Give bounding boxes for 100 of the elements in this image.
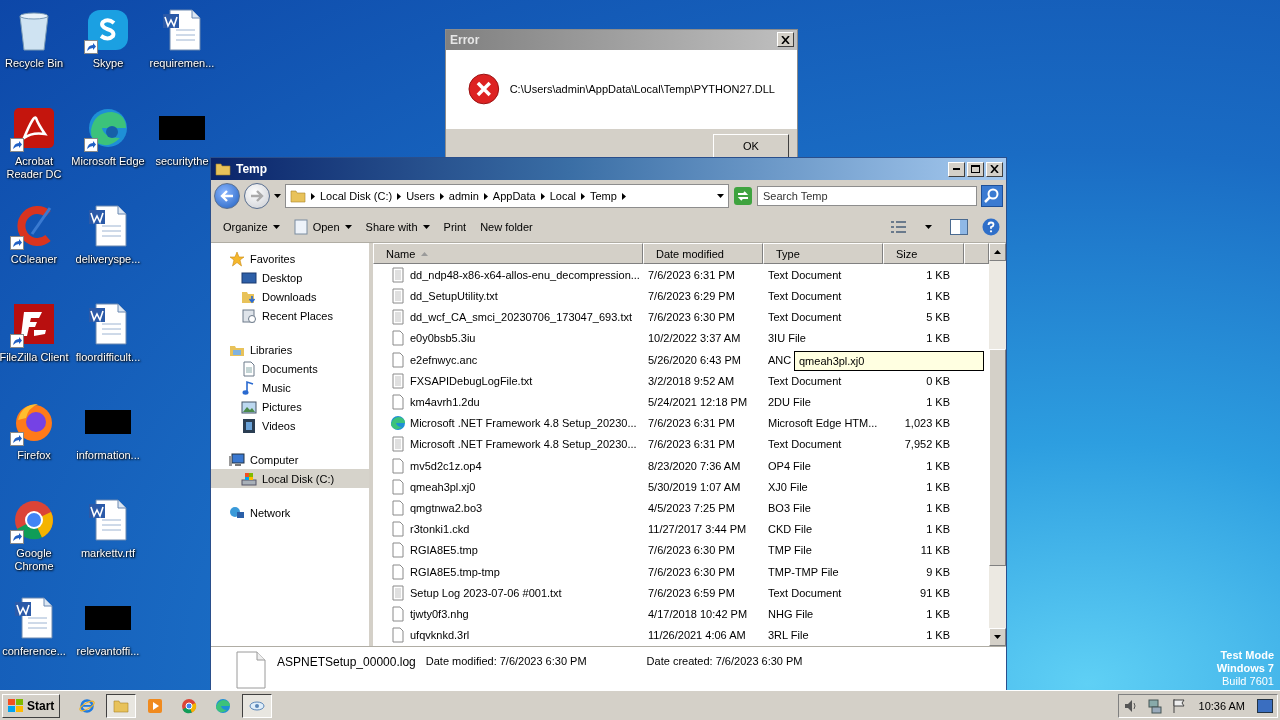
- close-button[interactable]: [986, 161, 1003, 177]
- network-icon[interactable]: [1146, 697, 1163, 714]
- breadcrumb[interactable]: Temp: [589, 190, 617, 202]
- column-header[interactable]: Type: [763, 243, 883, 265]
- size-cell-text: 1 KB: [925, 608, 951, 621]
- scroll-down-button[interactable]: [989, 628, 1006, 646]
- column-header[interactable]: Size: [883, 243, 964, 265]
- maximize-button[interactable]: [967, 161, 984, 177]
- edge-icon: [390, 415, 406, 432]
- file-name[interactable]: r3tonki1.ckd: [410, 523, 470, 536]
- back-button[interactable]: [214, 183, 240, 209]
- ok-button[interactable]: OK: [713, 134, 789, 158]
- file-name[interactable]: km4avrh1.2du: [410, 396, 480, 408]
- desktop-icon-label[interactable]: information...: [76, 449, 140, 462]
- skype-icon: [86, 8, 130, 52]
- scrollbar[interactable]: [989, 243, 1006, 646]
- date-cell-text: 7/6/2023 6:31 PM: [647, 268, 736, 281]
- sidebar-item[interactable]: Documents: [211, 359, 369, 378]
- toolbar-button[interactable]: Print: [437, 218, 473, 236]
- sidebar-item[interactable]: Network: [211, 503, 369, 522]
- file-icon: [390, 330, 406, 347]
- help-icon[interactable]: [982, 218, 1000, 236]
- flag-icon[interactable]: [1170, 697, 1187, 714]
- file-name[interactable]: e2efnwyc.anc: [410, 353, 478, 366]
- desktop-icon-label[interactable]: relevantoffi...: [76, 645, 140, 658]
- file-name[interactable]: ufqvknkd.3rl: [410, 629, 470, 642]
- desktop-icon-label[interactable]: deliveryspe...: [75, 253, 141, 266]
- sidebar-item[interactable]: Pictures: [211, 397, 369, 416]
- desktop-icon-label[interactable]: conference...: [2, 645, 66, 658]
- breadcrumb[interactable]: Users: [406, 190, 435, 202]
- desktop-icon-label[interactable]: requiremen...: [149, 57, 215, 70]
- breadcrumb[interactable]: AppData: [492, 190, 536, 202]
- file-name[interactable]: e0y0bsb5.3iu: [410, 332, 476, 345]
- sidebar-item[interactable]: Videos: [211, 416, 369, 435]
- disk-drive-icon: [241, 470, 257, 487]
- desktop-icon-label[interactable]: Firefox: [17, 449, 51, 462]
- address-bar[interactable]: Local Disk (C:) Users admin AppData Local Temp: [285, 184, 729, 208]
- desktop-icon-label[interactable]: CCleaner: [10, 253, 58, 266]
- desktop-icon-label[interactable]: Acrobat Reader DC: [0, 155, 71, 181]
- view-list-icon[interactable]: [891, 221, 907, 233]
- file-name[interactable]: dd_ndp48-x86-x64-allos-enu_decompression...: [410, 268, 640, 281]
- close-button[interactable]: [777, 32, 794, 48]
- sidebar-item[interactable]: Libraries: [211, 340, 369, 359]
- file-name[interactable]: dd_wcf_CA_smci_20230706_173047_693.txt: [410, 311, 632, 324]
- desktop-icon-label[interactable]: markettv.rtf: [80, 547, 136, 560]
- desktop-icon-label[interactable]: Google Chrome: [0, 547, 71, 573]
- refresh-icon[interactable]: [733, 186, 753, 206]
- file-name[interactable]: mv5d2c1z.op4: [410, 459, 482, 472]
- file-name[interactable]: dd_SetupUtility.txt: [410, 290, 498, 302]
- toolbar-button[interactable]: Open: [287, 216, 358, 238]
- minimize-button[interactable]: [948, 161, 965, 177]
- search-icon[interactable]: [981, 185, 1003, 207]
- desktop-icon-label[interactable]: Recycle Bin: [4, 57, 64, 70]
- search-field[interactable]: Search Temp: [757, 186, 977, 206]
- desktop-icon-label[interactable]: FileZilla Client: [0, 351, 69, 364]
- desktop-icon-label[interactable]: Microsoft Edge: [71, 155, 145, 168]
- file-name[interactable]: qmeah3pl.xj0: [410, 480, 476, 493]
- start-button[interactable]: Start: [2, 693, 61, 718]
- file-name[interactable]: RGIA8E5.tmp: [410, 544, 478, 557]
- dialog-title: Error: [450, 32, 480, 47]
- taskbar-button[interactable]: [242, 693, 273, 718]
- clock[interactable]: 10:36 AM: [1198, 699, 1245, 712]
- file-name[interactable]: Microsoft .NET Framework 4.8 Setup_20230...: [410, 438, 637, 451]
- forward-button[interactable]: [244, 183, 270, 209]
- toolbar-button[interactable]: New folder: [474, 218, 539, 236]
- sidebar-item[interactable]: Desktop: [211, 268, 369, 287]
- file-name[interactable]: Microsoft .NET Framework 4.8 Setup_20230...: [410, 417, 637, 430]
- taskbar-button[interactable]: [106, 693, 137, 718]
- sidebar-item[interactable]: Computer: [211, 450, 369, 469]
- breadcrumb[interactable]: admin: [448, 190, 479, 202]
- sidebar-item[interactable]: Downloads: [211, 287, 369, 306]
- file-name[interactable]: RGIA8E5.tmp-tmp: [410, 565, 500, 578]
- preview-pane-icon[interactable]: [950, 219, 968, 235]
- show-desktop-icon[interactable]: [1257, 698, 1273, 713]
- desktop-icon-label[interactable]: securitythe: [155, 155, 209, 168]
- back-arrow-icon: [220, 190, 234, 202]
- scroll-thumb[interactable]: [989, 349, 1006, 566]
- toolbar-button[interactable]: Organize: [217, 218, 286, 236]
- folder-icon: [215, 161, 231, 177]
- breadcrumb[interactable]: Local: [549, 190, 576, 202]
- type-cell-text: CKD File: [767, 523, 813, 536]
- file-name[interactable]: FXSAPIDebugLogFile.txt: [410, 374, 533, 387]
- toolbar-button[interactable]: Share with: [359, 218, 436, 236]
- size-cell-text: 1 KB: [925, 629, 951, 642]
- desktop-icon-label[interactable]: floordifficult...: [75, 351, 141, 364]
- column-header[interactable]: Date modified: [643, 243, 763, 265]
- type-cell-text: TMP-TMP File: [767, 565, 840, 578]
- sidebar-item[interactable]: Favorites: [211, 249, 369, 268]
- scroll-up-button[interactable]: [989, 243, 1006, 261]
- computer-icon: [229, 451, 245, 468]
- sidebar-item[interactable]: Local Disk (C:): [211, 469, 369, 488]
- file-name[interactable]: tjwty0f3.nhg: [410, 608, 469, 621]
- sidebar-item[interactable]: Recent Places: [211, 306, 369, 325]
- file-name[interactable]: qmgtnwa2.bo3: [410, 502, 483, 515]
- type-cell-text: Text Document: [767, 268, 843, 281]
- desktop-icon-label[interactable]: Skype: [92, 57, 124, 70]
- breadcrumb[interactable]: Local Disk (C:): [320, 190, 393, 202]
- file-name[interactable]: Setup Log 2023-07-06 #001.txt: [410, 586, 562, 599]
- sidebar-item[interactable]: Music: [211, 378, 369, 397]
- column-header[interactable]: Name: [373, 243, 643, 265]
